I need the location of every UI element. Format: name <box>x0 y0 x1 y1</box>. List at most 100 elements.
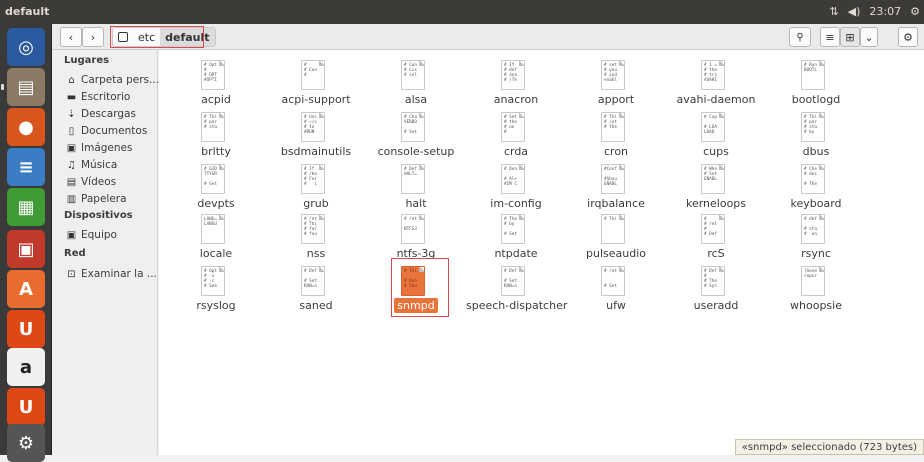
sidebar-item-papelera[interactable]: ▥Papelera <box>66 191 127 207</box>
text-file-icon: # /et NTFS3 <box>401 214 425 244</box>
file-item[interactable]: # Def HALT=halt <box>366 164 466 220</box>
back-button[interactable]: ‹ <box>60 27 82 47</box>
file-item[interactable]: # If # /bo # For # igrub <box>266 164 366 220</box>
file-item[interactable]: # /et # Setufw <box>566 266 666 322</box>
files-icon[interactable]: ▤ <box>7 68 45 106</box>
file-item[interactable]: # Dea # Al+ #IM Cim-config <box>466 164 566 220</box>
file-name: keyboard <box>766 197 866 210</box>
file-name: snmpd <box>366 299 466 312</box>
file-item[interactable]: # /et NTFS3ntfs-3g <box>366 214 466 270</box>
calc-icon[interactable]: ▦ <box>7 188 45 226</box>
file-item[interactable]: [Gene reporwhoopsie <box>766 266 866 322</box>
ubuntu-one-icon[interactable]: U <box>7 310 45 348</box>
sidebar-item-icon: ▯ <box>66 126 77 137</box>
file-item[interactable]: # Opt # -x # -c # Seersyslog <box>166 266 266 322</box>
file-name: avahi-daemon <box>666 93 766 106</box>
sidebar-item-vídeos[interactable]: ▤Vídeos <box>66 174 116 190</box>
file-item[interactable]: LANG= LANGUlocale <box>166 214 266 270</box>
text-file-icon: # Thi # /et # the <box>601 112 625 142</box>
file-item[interactable]: # GID TTYGR # Setdevpts <box>166 164 266 220</box>
file-item[interactable]: # Set # the # on #crda <box>466 112 566 168</box>
sidebar-item-equipo[interactable]: ▣Equipo <box>66 227 117 243</box>
file-view[interactable]: # Opt # # OPT #OPTIacpid# # Con #acpi-su… <box>159 50 924 455</box>
sidebar-item-música[interactable]: ♫Música <box>66 157 117 173</box>
file-item[interactable]: # Unc # ~/c # to #RUNbsdmainutils <box>266 112 366 168</box>
text-file-icon: # Thi # per # sta # by <box>801 112 825 142</box>
sidebar-item-label: Equipo <box>81 229 117 241</box>
sidebar-item-documentos[interactable]: ▯Documentos <box>66 123 147 139</box>
firefox-icon[interactable]: ● <box>7 108 45 146</box>
file-item[interactable]: # The # by # Setntpdate <box>466 214 566 270</box>
file-item[interactable]: # # Con #acpi-support <box>266 60 366 116</box>
file-name: brltty <box>166 145 266 158</box>
file-item[interactable]: # Thi # /et # thecron <box>566 112 666 168</box>
menu-button[interactable]: ≡ <box>820 27 840 47</box>
file-item[interactable]: # Cup # LOA LOADcups <box>666 112 766 168</box>
file-item[interactable]: # Thipulseaudio <box>566 214 666 270</box>
dash-icon[interactable]: ◎ <box>7 28 45 66</box>
file-item[interactable]: # /et # Thi # for # founss <box>266 214 366 270</box>
file-name-text: rcS <box>707 247 724 260</box>
file-item[interactable]: # def # sta # onrsync <box>766 214 866 270</box>
file-name: useradd <box>666 299 766 312</box>
file-item[interactable]: # If # def # ana # (Thanacron <box>466 60 566 116</box>
impress-icon[interactable]: ▣ <box>7 230 45 268</box>
sidebar-item-carpeta-pers[interactable]: ⌂Carpeta pers... <box>66 72 159 88</box>
file-name: speech-dispatcher <box>466 299 566 312</box>
hamburger-icon: ≡ <box>825 31 834 44</box>
file-item[interactable]: # Thi # Don # Yousnmpd <box>366 266 466 322</box>
file-item[interactable]: # Che # doc # The keyboard <box>766 164 866 220</box>
text-file-icon: # Run BOOTL <box>801 60 825 90</box>
text-file-icon: # Def # Set RUN=n <box>501 266 525 296</box>
file-item[interactable]: # Run BOOTL bootlogd <box>766 60 866 116</box>
amazon-icon[interactable]: a <box>7 348 45 386</box>
icon-view-button[interactable]: ⊞ <box>840 27 860 47</box>
clock[interactable]: 23:07 <box>869 5 901 18</box>
software-center-icon[interactable]: A <box>7 270 45 308</box>
file-name: acpi-support <box>266 93 366 106</box>
session-gear-icon[interactable]: ⚙ <box>910 5 920 18</box>
text-file-icon: # Che # doc # The <box>801 164 825 194</box>
path-segment-default[interactable]: default <box>160 28 214 46</box>
file-name-text: im-config <box>490 197 541 210</box>
settings-button[interactable]: ⚙ <box>898 27 918 47</box>
file-item[interactable]: # Con # Lis # snlalsa <box>366 60 466 116</box>
file-item[interactable]: # Cha VERBO # Setconsole-setup <box>366 112 466 168</box>
file-item[interactable]: # Def # # The # Sys useradd <box>666 266 766 322</box>
search-button[interactable]: ⚲ <box>789 27 811 47</box>
sidebar-item-label: Carpeta pers... <box>81 74 159 86</box>
file-item[interactable]: # 1 = # the # trs AVAHIavahi-daemon <box>666 60 766 116</box>
file-name-text: acpi-support <box>281 93 350 106</box>
file-item[interactable]: # Thi # per # stabrltty <box>166 112 266 168</box>
sidebar-item-escritorio[interactable]: ▬Escritorio <box>66 89 130 105</box>
file-item[interactable]: # set # you # sud enablapport <box>566 60 666 116</box>
file-item[interactable]: # Def # Set RUN=n speech-dispatcher <box>466 266 566 322</box>
file-item[interactable]: #Conf #Shou ENABLirqbalance <box>566 164 666 220</box>
path-segment-etc[interactable]: etc <box>133 28 160 46</box>
file-name-text: rsyslog <box>196 299 235 312</box>
network-icon[interactable]: ⇅ <box>829 5 838 18</box>
text-file-icon: # If # /bo # For # i <box>301 164 325 194</box>
sidebar-item-label: Papelera <box>81 193 127 205</box>
view-options-button[interactable]: ⌄ <box>860 27 878 47</box>
sidebar-item-descargas[interactable]: ⇣Descargas <box>66 106 136 122</box>
forward-button[interactable]: › <box>82 27 104 47</box>
text-file-icon: # Def # # The # Sys <box>701 266 725 296</box>
writer-icon[interactable]: ≡ <box>7 148 45 186</box>
path-root-button[interactable] <box>113 28 133 46</box>
sidebar: Lugares⌂Carpeta pers...▬Escritorio⇣Desca… <box>52 50 158 455</box>
sidebar-item-label: Escritorio <box>81 91 130 103</box>
ubuntu-one-music-icon[interactable]: U <box>7 388 45 426</box>
sidebar-item-examinar-la[interactable]: ⊡Examinar la ... <box>66 266 157 282</box>
volume-icon[interactable]: ◀) <box>848 5 861 18</box>
file-item[interactable]: # Thi # per # sta # bydbus <box>766 112 866 168</box>
file-item[interactable]: # Opt # # OPT #OPTIacpid <box>166 60 266 116</box>
text-file-icon: # /et # Set <box>601 266 625 296</box>
writer-icon-glyph: ≡ <box>18 157 33 178</box>
file-item[interactable]: # # /et # # DefrcS <box>666 214 766 270</box>
file-name: bootlogd <box>766 93 866 106</box>
file-item[interactable]: # Whe # Set ENABLkerneloops <box>666 164 766 220</box>
system-settings-icon[interactable]: ⚙ <box>7 424 45 462</box>
file-item[interactable]: # Def # Set RUN=nsaned <box>266 266 366 322</box>
sidebar-item-imágenes[interactable]: ▣Imágenes <box>66 140 132 156</box>
